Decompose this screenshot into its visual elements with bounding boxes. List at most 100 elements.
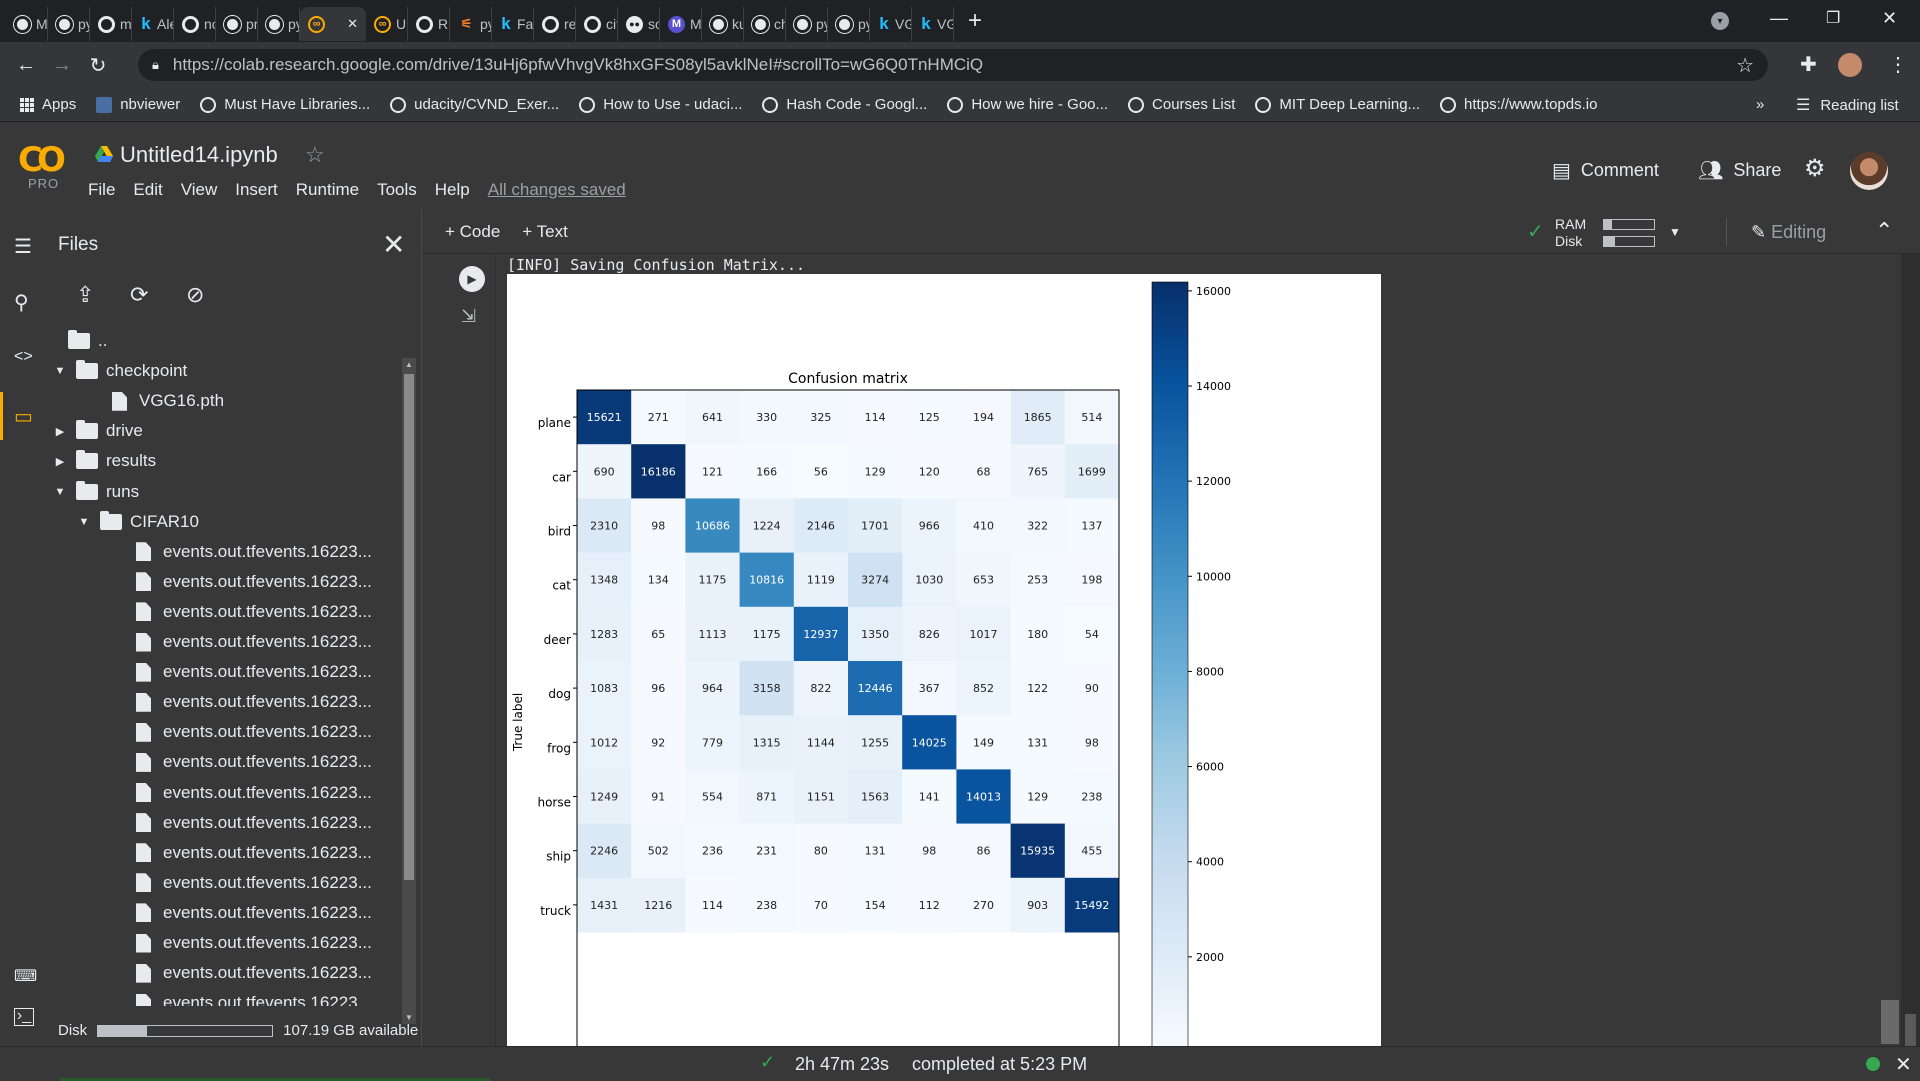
browser-tab[interactable]: pyt: [258, 7, 300, 41]
search-icon[interactable]: ⚲: [14, 290, 29, 315]
folder-item[interactable]: ▶ results: [50, 446, 156, 476]
caret-down-icon[interactable]: ▼: [74, 516, 94, 528]
scrollbar-thumb[interactable]: [1881, 1000, 1899, 1044]
reload-icon[interactable]: ↻: [80, 53, 116, 78]
file-item[interactable]: events.out.tfevents.16223...: [136, 537, 372, 567]
refresh-folder-icon[interactable]: ⟳: [130, 282, 158, 310]
output-options-icon[interactable]: ⇲: [461, 306, 476, 327]
file-item[interactable]: events.out.tfevents.16223...: [136, 747, 372, 777]
menu-view[interactable]: View: [181, 180, 218, 200]
file-item[interactable]: events.out.tfevents.16223...: [136, 928, 372, 958]
file-item[interactable]: events.out.tfevents.16223...: [136, 687, 372, 717]
address-bar[interactable]: 🔒︎ https://colab.research.google.com/dri…: [138, 49, 1768, 81]
menu-file[interactable]: File: [88, 180, 115, 200]
notebook-scrollbar[interactable]: [1879, 254, 1901, 1046]
file-item[interactable]: events.out.tfevents.16223...: [136, 657, 372, 687]
browser-tab[interactable]: Rur: [408, 7, 450, 41]
menu-runtime[interactable]: Runtime: [296, 180, 359, 200]
file-item[interactable]: events.out.tfevents.16223...: [136, 778, 372, 808]
file-tree-scrollbar[interactable]: ▲ ▼: [402, 358, 416, 1024]
run-cell-button[interactable]: ▶: [459, 266, 485, 292]
browser-tab[interactable]: ●● sol: [618, 7, 660, 41]
file-item[interactable]: events.out.tfevents.16223...: [136, 898, 372, 928]
notebook-title[interactable]: Untitled14.ipynb: [120, 142, 278, 168]
browser-tab[interactable]: kua: [702, 7, 744, 41]
browser-tab[interactable]: k VG: [870, 7, 912, 41]
table-of-contents-icon[interactable]: ☰: [14, 234, 32, 259]
close-status-icon[interactable]: ✕: [1895, 1052, 1912, 1077]
browser-tab[interactable]: not: [174, 7, 216, 41]
window-close-icon[interactable]: ✕: [1882, 8, 1897, 29]
editing-mode[interactable]: ✎ Editing: [1751, 222, 1826, 243]
code-snippets-icon[interactable]: <>: [14, 348, 33, 366]
command-palette-icon[interactable]: ⌨: [14, 966, 37, 986]
file-item[interactable]: events.out.tfevents.16223...: [136, 627, 372, 657]
restore-icon[interactable]: ❐: [1826, 8, 1840, 28]
settings-gear-icon[interactable]: ⚙: [1804, 154, 1826, 183]
browser-tab[interactable]: che: [744, 7, 786, 41]
bookmark-item[interactable]: Courses List: [1128, 96, 1235, 113]
bookmark-item[interactable]: MIT Deep Learning...: [1255, 96, 1420, 113]
folder-item[interactable]: ▼ checkpoint: [50, 356, 187, 386]
terminal-icon[interactable]: ›_: [14, 1008, 34, 1026]
browser-tab[interactable]: ⚟ pyt: [450, 7, 492, 41]
bookmark-item[interactable]: Hash Code - Googl...: [762, 96, 927, 113]
close-panel-icon[interactable]: ✕: [382, 228, 405, 261]
runtime-dropdown-icon[interactable]: ▼: [1669, 224, 1681, 241]
add-code-button[interactable]: + Code: [445, 222, 500, 242]
menu-tools[interactable]: Tools: [377, 180, 417, 200]
menu-insert[interactable]: Insert: [235, 180, 278, 200]
browser-tab[interactable]: pro: [216, 7, 258, 41]
page-scrollbar[interactable]: [1901, 254, 1920, 1046]
browser-menu-icon[interactable]: ⋮: [1888, 52, 1908, 77]
file-item[interactable]: events.out.tfevents.16223...: [136, 838, 372, 868]
menu-help[interactable]: Help: [435, 180, 470, 200]
upload-file-icon[interactable]: ⇪: [76, 282, 104, 310]
extensions-icon[interactable]: ✚: [1800, 52, 1817, 77]
save-status[interactable]: All changes saved: [488, 180, 626, 200]
bookmark-item[interactable]: nbviewer: [96, 96, 180, 113]
browser-tab[interactable]: cifa: [576, 7, 618, 41]
bookmark-item[interactable]: How to Use - udaci...: [579, 96, 742, 113]
file-item[interactable]: events.out.tfevents.16223...: [136, 717, 372, 747]
browser-tab[interactable]: res: [534, 7, 576, 41]
star-notebook-icon[interactable]: ☆: [305, 142, 325, 168]
file-item[interactable]: events.out.tfevents.16223...: [136, 567, 372, 597]
new-tab-button[interactable]: +: [968, 7, 998, 35]
browser-tab[interactable]: k Ale: [132, 7, 174, 41]
caret-down-icon[interactable]: ▼: [50, 365, 70, 377]
folder-item[interactable]: ▼ runs: [50, 477, 139, 507]
add-text-button[interactable]: + Text: [522, 222, 568, 242]
files-folder-icon[interactable]: ▭: [14, 404, 33, 429]
browser-tab[interactable]: mn: [90, 7, 132, 41]
file-item[interactable]: events.out.tfevents.16223...: [136, 808, 372, 838]
back-icon[interactable]: ←: [8, 54, 44, 77]
close-tab-icon[interactable]: ✕: [347, 16, 358, 32]
browser-tab[interactable]: pyt: [786, 7, 828, 41]
browser-tab[interactable]: ∞ ✕: [300, 7, 366, 41]
caret-down-icon[interactable]: ▼: [50, 486, 70, 498]
forward-icon[interactable]: →: [44, 54, 80, 77]
file-item[interactable]: events.out.tfevents.16223...: [136, 988, 372, 1006]
bookmark-item[interactable]: udacity/CVND_Exer...: [390, 96, 559, 113]
file-item[interactable]: events.out.tfevents.16223...: [136, 958, 372, 988]
browser-tab[interactable]: ∞ Unt: [366, 7, 408, 41]
bookmark-star-icon[interactable]: ☆: [1736, 53, 1754, 78]
caret-right-icon[interactable]: ▶: [50, 425, 70, 438]
scrollbar-thumb[interactable]: [1905, 1014, 1916, 1046]
browser-tab[interactable]: Ma: [6, 7, 48, 41]
comment-button[interactable]: ▤ Comment: [1552, 158, 1659, 183]
unmount-drive-icon[interactable]: ⊘: [186, 282, 214, 310]
bookmark-item[interactable]: How we hire - Goo...: [947, 96, 1108, 113]
file-item[interactable]: VGG16.pth: [112, 386, 224, 416]
bookmark-item[interactable]: Apps: [20, 96, 76, 113]
folder-item[interactable]: ▼ CIFAR10: [74, 507, 199, 537]
collapse-header-icon[interactable]: ⌃: [1875, 218, 1893, 244]
parent-folder-item[interactable]: ..: [68, 326, 107, 356]
bookmark-item[interactable]: Must Have Libraries...: [200, 96, 370, 113]
file-item[interactable]: events.out.tfevents.16223...: [136, 597, 372, 627]
profile-avatar[interactable]: [1838, 53, 1862, 77]
minimize-icon[interactable]: —: [1770, 8, 1788, 29]
reading-list-button[interactable]: ☰ Reading list: [1796, 95, 1899, 115]
ram-disk-indicator[interactable]: ✓ RAM Disk ▼: [1527, 216, 1681, 250]
